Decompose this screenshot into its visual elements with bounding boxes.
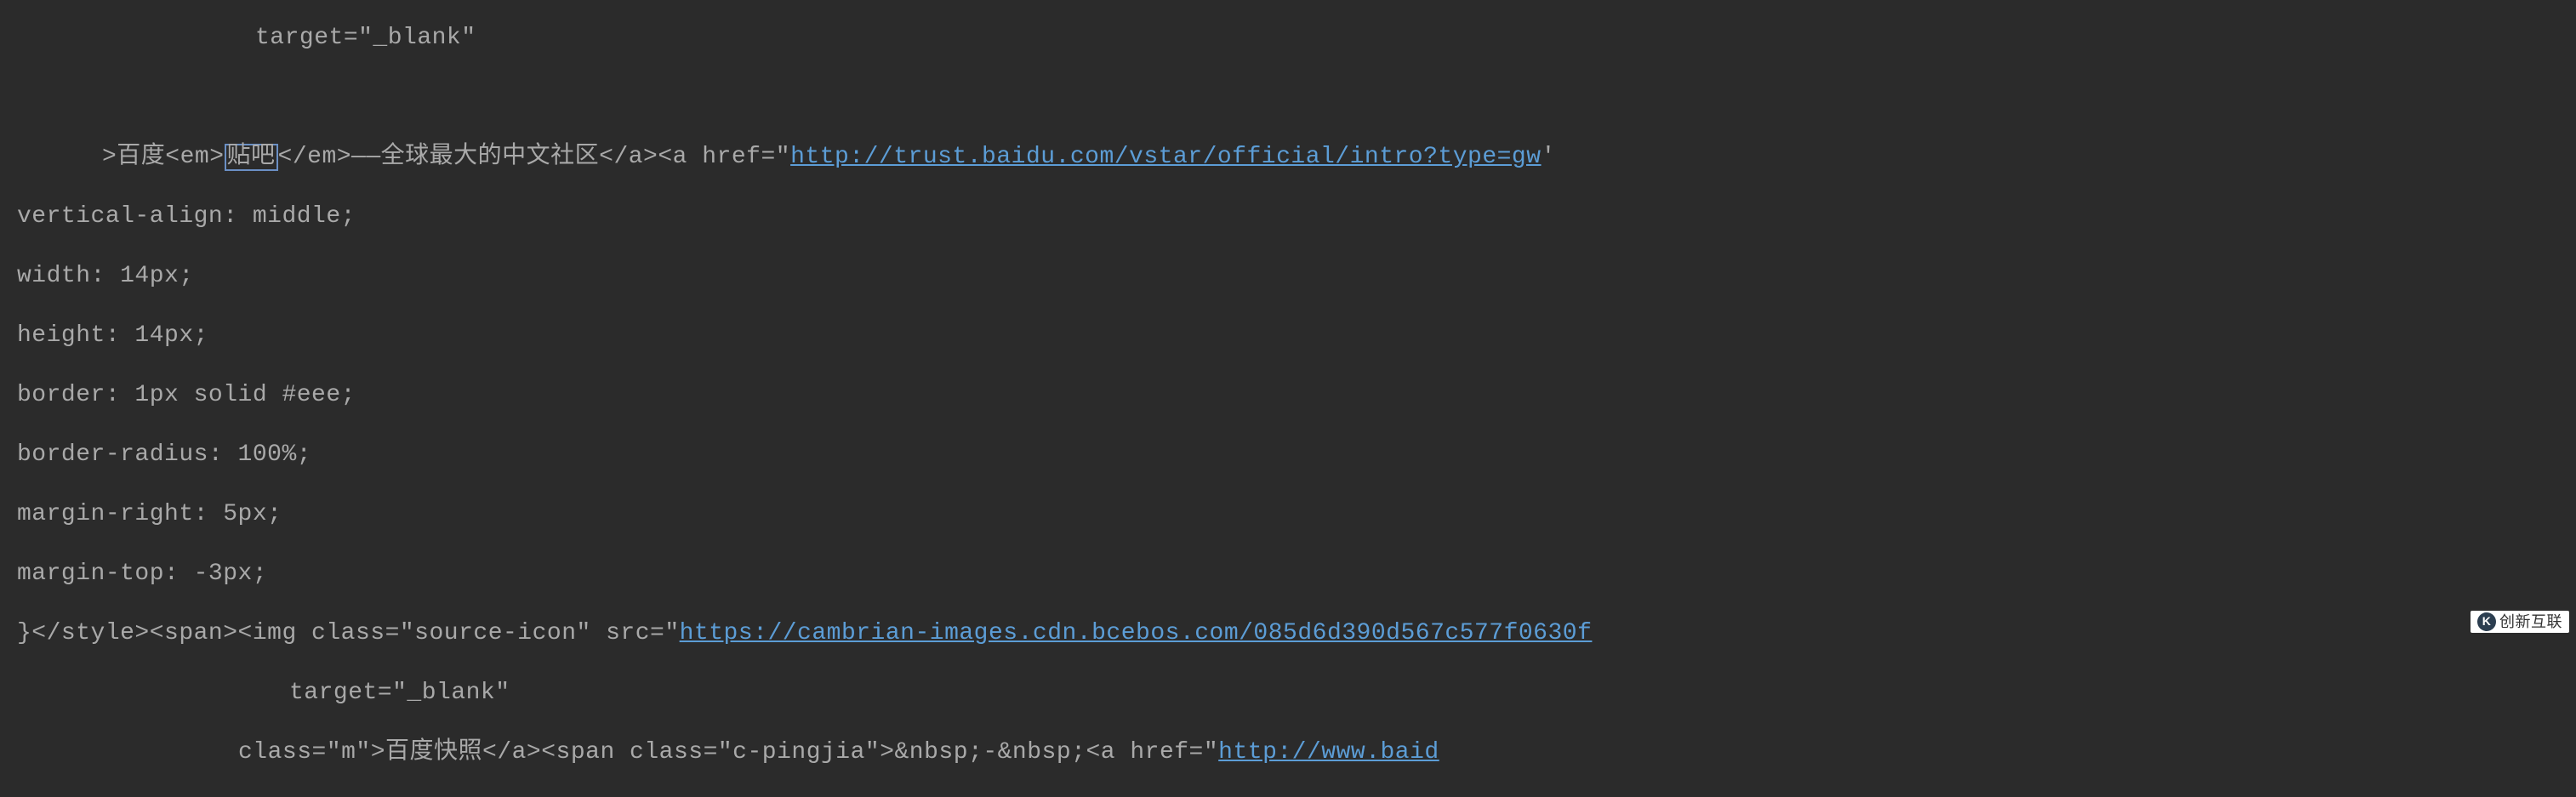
watermark-badge: K 创新互联 — [2471, 611, 2569, 634]
code-line[interactable]: target="_blank" — [0, 678, 1592, 708]
search-highlight[interactable]: 贴吧 — [225, 144, 278, 171]
code-line[interactable]: border: 1px solid #eee; — [0, 380, 1592, 410]
code-text: margin-top: -3px; — [17, 561, 267, 587]
code-text: border-radius: 100%; — [17, 441, 311, 468]
code-text: target="_blank" — [255, 25, 476, 51]
code-line[interactable]: }</style><span><img class="source-icon" … — [0, 618, 1592, 648]
code-line[interactable]: height: 14px; — [0, 321, 1592, 350]
url-link[interactable]: http://www.baid — [1218, 739, 1439, 766]
code-line-blank — [0, 83, 1592, 112]
watermark-label: 创新互联 — [2499, 612, 2562, 632]
code-line[interactable]: border-radius: 100%; — [0, 440, 1592, 470]
code-text: }</style><span><img class="source-icon" … — [17, 620, 680, 646]
code-text: vertical-align: middle; — [17, 203, 356, 230]
code-line[interactable]: vertical-align: middle; — [0, 202, 1592, 231]
code-text: class="m">百度快照</a><span class="c-pingjia… — [238, 739, 1218, 766]
code-text: border: 1px solid #eee; — [17, 382, 356, 408]
code-text: >百度<em> — [102, 144, 225, 170]
code-line[interactable]: >百度<em>贴吧</em>——全球最大的中文社区</a><a href="ht… — [0, 142, 1592, 172]
code-text: </em>——全球最大的中文社区</a><a href=" — [278, 144, 791, 170]
code-editor-view: target="_blank" >百度<em>贴吧</em>——全球最大的中文社… — [0, 0, 1592, 797]
url-link[interactable]: https://cambrian-images.cdn.bcebos.com/0… — [680, 620, 1593, 646]
code-text: margin-right: 5px; — [17, 501, 282, 527]
code-line[interactable]: width: 14px; — [0, 261, 1592, 291]
code-line[interactable]: margin-top: -3px; — [0, 559, 1592, 589]
code-text: ' — [1542, 144, 1556, 170]
code-text: target="_blank" — [289, 680, 510, 706]
code-line[interactable]: class="m">百度快照</a><span class="c-pingjia… — [0, 737, 1592, 767]
code-line[interactable]: target="_blank" — [0, 23, 1592, 53]
watermark-icon: K — [2477, 612, 2496, 631]
code-text: width: 14px; — [17, 263, 194, 289]
url-link[interactable]: http://trust.baidu.com/vstar/official/in… — [790, 144, 1541, 170]
code-text: height: 14px; — [17, 322, 208, 349]
code-line[interactable]: margin-right: 5px; — [0, 499, 1592, 529]
